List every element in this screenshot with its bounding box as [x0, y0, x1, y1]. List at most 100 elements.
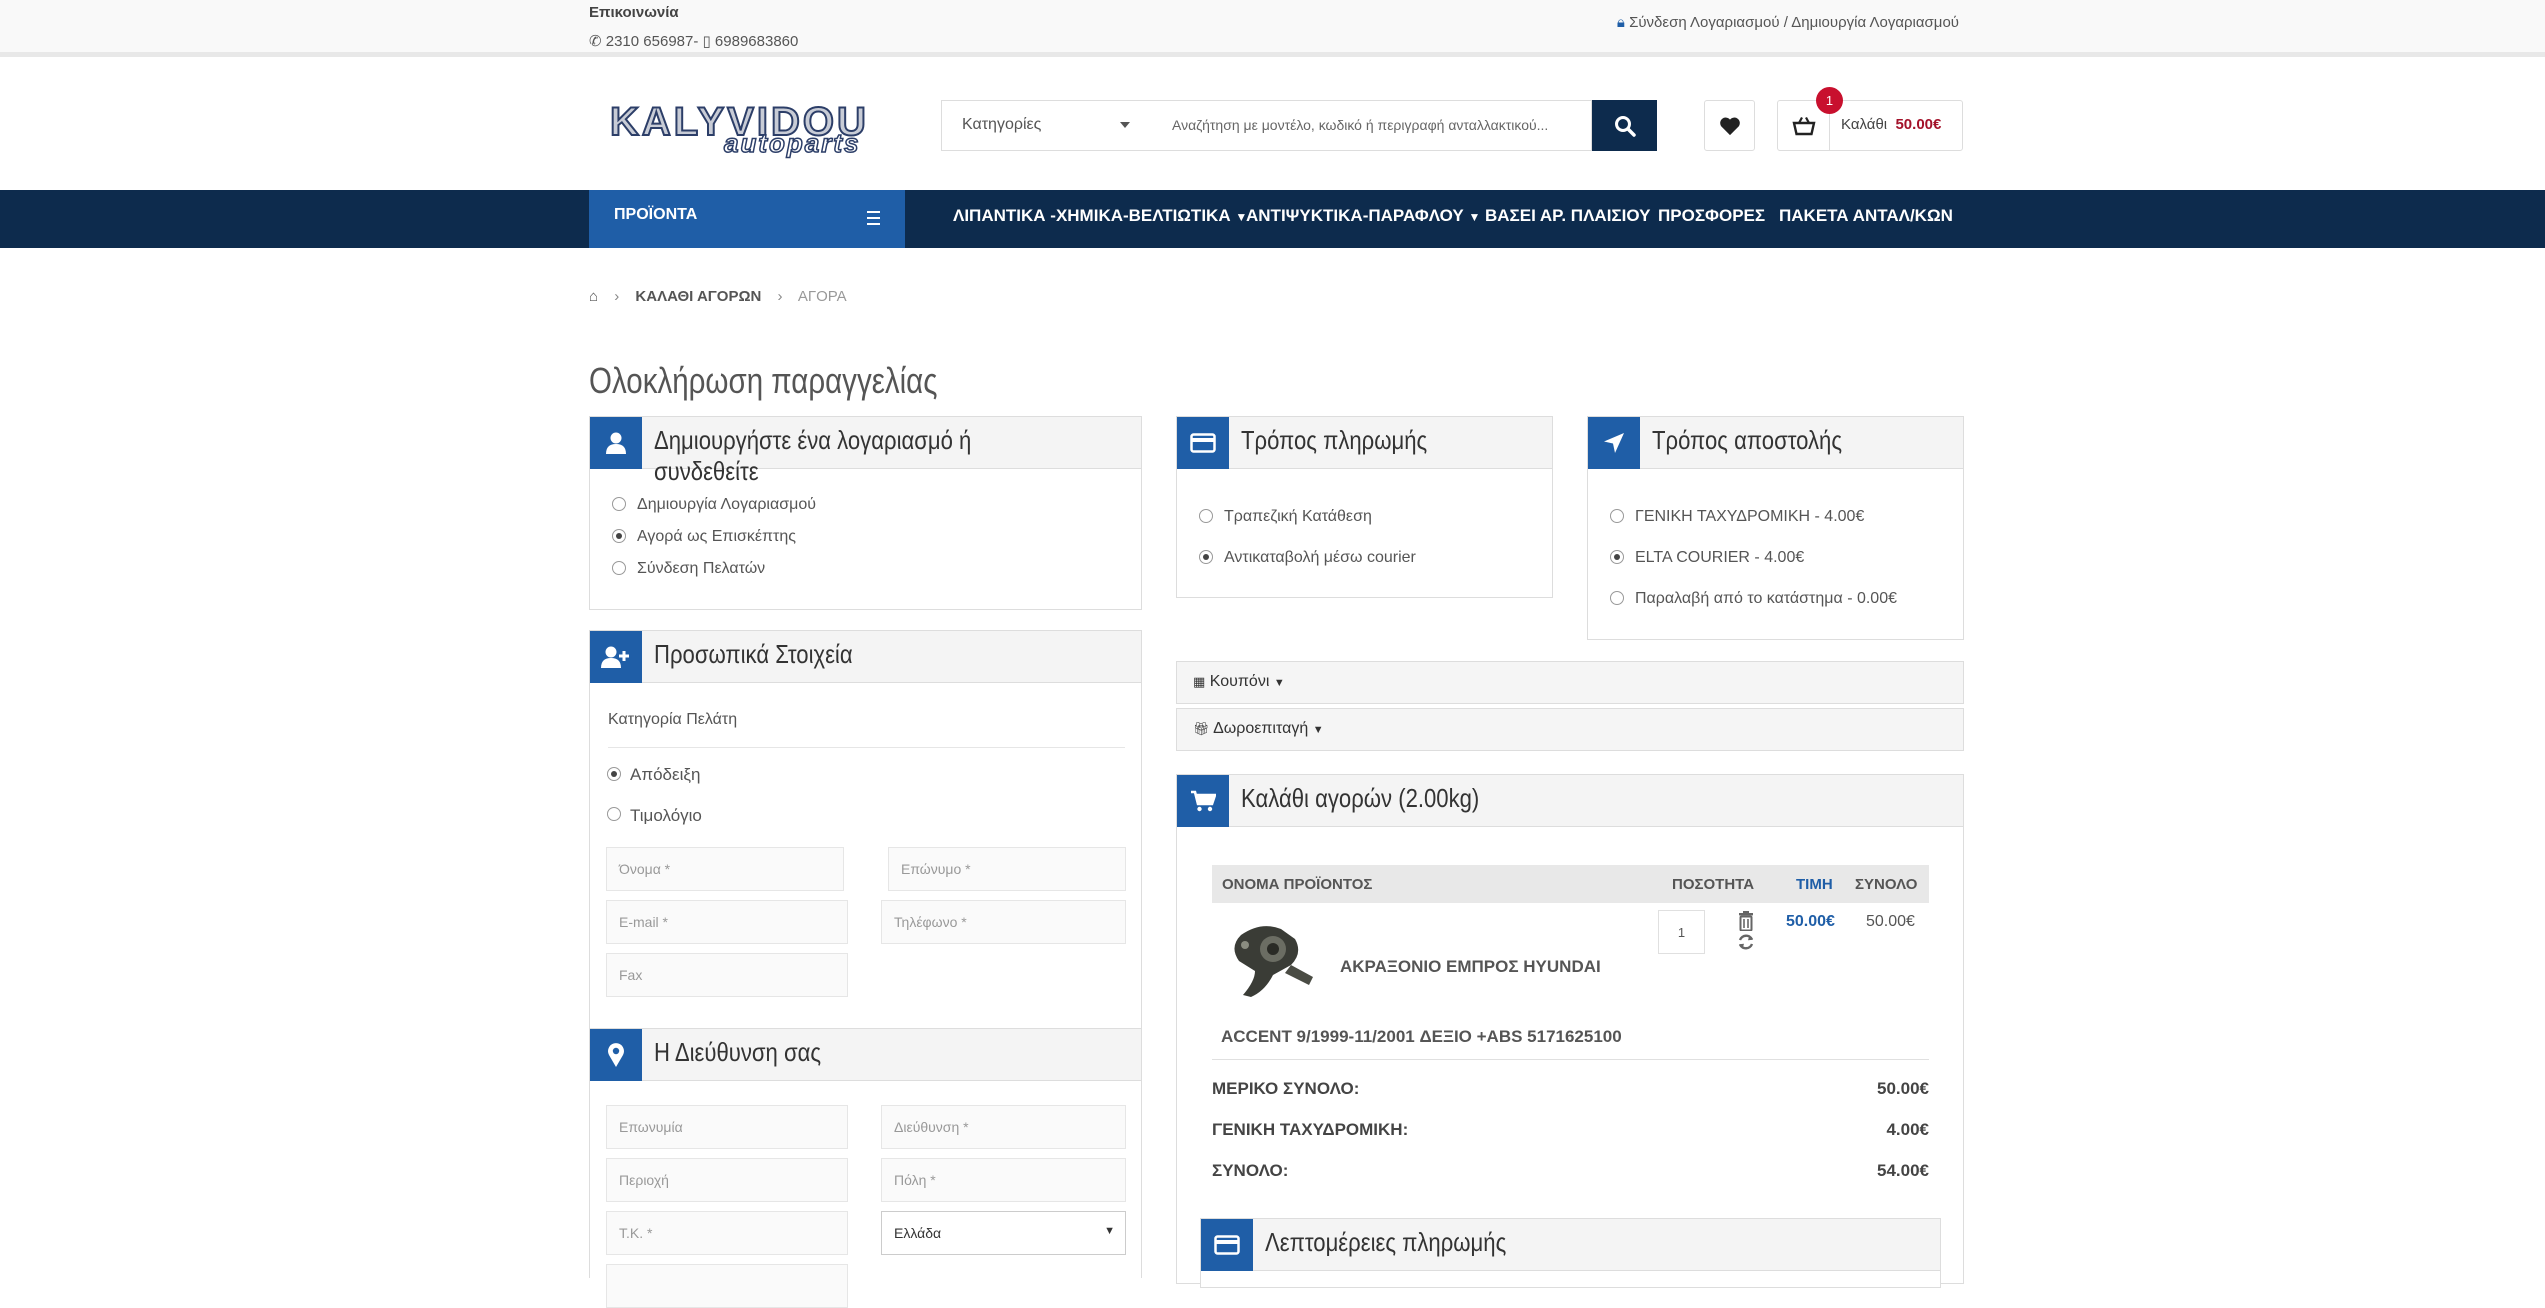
- col-quantity: ΠΟΣΟΤΗΤΑ: [1672, 876, 1755, 893]
- quantity-input[interactable]: 1: [1658, 910, 1705, 954]
- phone-field[interactable]: Τηλέφωνο *: [881, 900, 1126, 944]
- radio-create-account[interactable]: [612, 497, 626, 511]
- product-price: 50.00€: [1786, 913, 1835, 930]
- map-marker-icon: [590, 1029, 642, 1081]
- cart-button[interactable]: 1 Καλάθι 50.00€: [1777, 87, 1963, 151]
- heart-icon: [1719, 117, 1740, 135]
- shipping-panel-header: Τρόπος αποστολής: [1588, 417, 1963, 469]
- main-nav: ΠΡΟΪΟΝΤΑ ΛΙΠΑΝΤΙΚΑ -ΧΗΜΙΚΑ-ΒΕΛΤΙΩΤΙΚΑ ▼︎…: [0, 190, 2545, 248]
- trash-icon[interactable]: [1737, 911, 1755, 932]
- nav-item-offers[interactable]: ΠΡΟΣΦΟΡΕΣ: [1658, 206, 1765, 226]
- caret-down-icon: ▼︎: [1312, 724, 1324, 736]
- personal-panel-header: Προσωπικά Στοιχεία: [590, 631, 1141, 683]
- cart-summary: Καλάθι 50.00€: [1841, 116, 1941, 133]
- zip-field[interactable]: Τ.Κ. *: [606, 1211, 848, 1255]
- breadcrumb: ⌂ › ΚΑΛΑΘΙ ΑΓΟΡΩΝ › ΑΓΟΡΑ: [589, 288, 847, 305]
- label-receipt: Απόδειξη: [630, 765, 701, 784]
- payment-details-title: Λεπτομέρειες πληρωμής: [1265, 1227, 1507, 1257]
- product-thumbnail[interactable]: [1221, 917, 1331, 1005]
- gift-icon: 🎁︎: [1193, 721, 1210, 736]
- divider: [1212, 1059, 1929, 1060]
- radio-invoice[interactable]: [607, 807, 621, 821]
- nav-item-antifreeze[interactable]: ΑΝΤΙΨΥΚΤΙΚΑ-ΠΑΡΑΦΛΟΥ ▼︎: [1246, 206, 1480, 226]
- register-link[interactable]: Δημιουργία Λογαριασμού: [1791, 14, 1959, 31]
- payment-details-header: Λεπτομέρειες πληρωμής: [1201, 1219, 1940, 1271]
- last-name-field[interactable]: Επώνυμο *: [888, 847, 1126, 891]
- chevron-right-icon: ›: [777, 288, 783, 305]
- voucher-toggle[interactable]: 🎁︎ Δωροεπιταγή ▼︎: [1176, 708, 1964, 751]
- radio-geniki-taxydromiki[interactable]: [1610, 509, 1624, 523]
- radio-elta-courier[interactable]: [1610, 550, 1624, 564]
- label-invoice: Τιμολόγιο: [630, 806, 702, 825]
- breadcrumb-cart[interactable]: ΚΑΛΑΘΙ ΑΓΟΡΩΝ: [635, 288, 761, 305]
- login-link[interactable]: Σύνδεση Λογαριασμού: [1629, 14, 1779, 31]
- next-field[interactable]: [606, 1264, 848, 1308]
- steering-knuckle-image: [1234, 926, 1313, 997]
- personal-details-panel: Προσωπικά Στοιχεία Κατηγορία Πελάτη Απόδ…: [589, 630, 1142, 1030]
- breadcrumb-current: ΑΓΟΡΑ: [797, 288, 847, 305]
- site-logo[interactable]: KALYVIDOU autoparts: [606, 99, 891, 159]
- payment-details-panel: Λεπτομέρειες πληρωμής: [1200, 1218, 1941, 1288]
- label-bank-transfer: Τραπεζική Κατάθεση: [1224, 508, 1372, 525]
- radio-cash-on-delivery[interactable]: [1199, 550, 1213, 564]
- products-menu-button[interactable]: ΠΡΟΪΟΝΤΑ: [589, 190, 905, 248]
- refresh-icon[interactable]: [1737, 933, 1755, 951]
- voucher-label: 🎁︎ Δωροεπιταγή ▼︎: [1193, 720, 1324, 737]
- nav-item-vin[interactable]: ΒΑΣΕΙ ΑΡ. ΠΛΑΙΣΙΟΥ: [1485, 206, 1650, 226]
- header: KALYVIDOU autoparts Κατηγορίες Αναζήτηση…: [0, 62, 2545, 190]
- company-field[interactable]: Επωνυμία: [606, 1105, 848, 1149]
- country-select[interactable]: Ελλάδα ▼︎: [881, 1211, 1126, 1255]
- nav-item-lubricants[interactable]: ΛΙΠΑΝΤΙΚΑ -ΧΗΜΙΚΑ-ΒΕΛΤΙΩΤΙΚΑ ▼︎: [953, 206, 1247, 226]
- area-field[interactable]: Περιοχή: [606, 1158, 848, 1202]
- search-input[interactable]: Αναζήτηση με μοντέλο, κωδικό ή περιγραφή…: [1148, 100, 1592, 151]
- cart-total: 50.00€: [1895, 116, 1942, 133]
- col-price: ΤΙΜΗ: [1796, 876, 1833, 893]
- nav-item-packages[interactable]: ΠΑΚΕΤΑ ΑΝΤΑΛ/ΚΩΝ: [1779, 206, 1953, 226]
- radio-bank-transfer[interactable]: [1199, 509, 1213, 523]
- cart-panel: Καλάθι αγορών (2.00kg) ΟΝΟΜΑ ΠΡΟΪΟΝΤΟΣ Π…: [1176, 774, 1964, 1288]
- cart-table-header: ΟΝΟΜΑ ΠΡΟΪΟΝΤΟΣ ΠΟΣΟΤΗΤΑ ΤΙΜΗ ΣΥΝΟΛΟ: [1212, 865, 1929, 903]
- search-icon: [1614, 115, 1636, 137]
- label-elta-courier: ELTA COURIER - 4.00€: [1635, 549, 1805, 566]
- product-name-line2[interactable]: ACCENT 9/1999-11/2001 ΔΕΞΙΟ +ABS 5171625…: [1221, 1027, 1622, 1047]
- cart-count-badge: 1: [1816, 87, 1843, 114]
- radio-receipt[interactable]: [607, 767, 621, 781]
- wishlist-button[interactable]: [1704, 100, 1755, 151]
- contact-phones: ✆ 2310 656987- ▯ 6989683860: [589, 33, 799, 50]
- label-customer-login: Σύνδεση Πελατών: [637, 560, 766, 577]
- first-name-field[interactable]: Όνομα *: [606, 847, 844, 891]
- address-panel-title: Η Διεύθυνση σας: [654, 1037, 822, 1067]
- personal-panel-title: Προσωπικά Στοιχεία: [654, 639, 853, 669]
- home-icon[interactable]: ⌂: [589, 288, 598, 305]
- label-guest-checkout: Αγορά ως Επισκέπτης: [637, 528, 796, 545]
- product-name-line1[interactable]: ΑΚΡΑΞΟΝΙΟ ΕΜΠΡΟΣ HYUNDAI: [1340, 957, 1601, 977]
- category-select-label: Κατηγορίες: [962, 116, 1042, 133]
- radio-guest-checkout[interactable]: [612, 529, 626, 543]
- product-total: 50.00€: [1866, 913, 1915, 930]
- label-cash-on-delivery: Αντικαταβολή μέσω courier: [1224, 549, 1416, 566]
- grand-total-value: 54.00€: [1877, 1161, 1929, 1180]
- email-field[interactable]: E-mail *: [606, 900, 848, 944]
- address-panel-header: Η Διεύθυνση σας: [590, 1029, 1141, 1081]
- radio-customer-login[interactable]: [612, 561, 626, 575]
- cart-label: Καλάθι: [1841, 116, 1888, 133]
- coupon-toggle[interactable]: ▦ Κουπόνι ▼︎: [1176, 661, 1964, 704]
- account-panel-title: Δημιουργήστε ένα λογαριασμό ή συνδεθείτε: [654, 425, 972, 486]
- shipping-cost-label: ΓΕΝΙΚΗ ΤΑΧΥΔΡΟΜΙΚΗ:: [1212, 1120, 1409, 1139]
- hamburger-icon: [867, 211, 880, 225]
- lock-icon: 🔒︎: [1616, 14, 1625, 31]
- address-panel: Η Διεύθυνση σας Επωνυμία Διεύθυνση * Περ…: [589, 1028, 1142, 1308]
- cart-panel-title: Καλάθι αγορών (2.00kg): [1241, 783, 1480, 813]
- category-select[interactable]: Κατηγορίες: [941, 100, 1149, 151]
- city-field[interactable]: Πόλη *: [881, 1158, 1126, 1202]
- subtotal-value: 50.00€: [1877, 1079, 1929, 1098]
- contact-title: Επικοινωνία: [589, 4, 679, 21]
- street-field[interactable]: Διεύθυνση *: [881, 1105, 1126, 1149]
- radio-store-pickup[interactable]: [1610, 591, 1624, 605]
- fax-field[interactable]: Fax: [606, 953, 848, 997]
- user-plus-icon: [590, 631, 642, 683]
- payment-method-panel: Τρόπος πληρωμής Τραπεζική Κατάθεση Αντικ…: [1176, 416, 1553, 598]
- label-create-account: Δημιουργία Λογαριασμού: [637, 496, 816, 513]
- search-button[interactable]: [1592, 100, 1657, 151]
- divider: [608, 747, 1125, 748]
